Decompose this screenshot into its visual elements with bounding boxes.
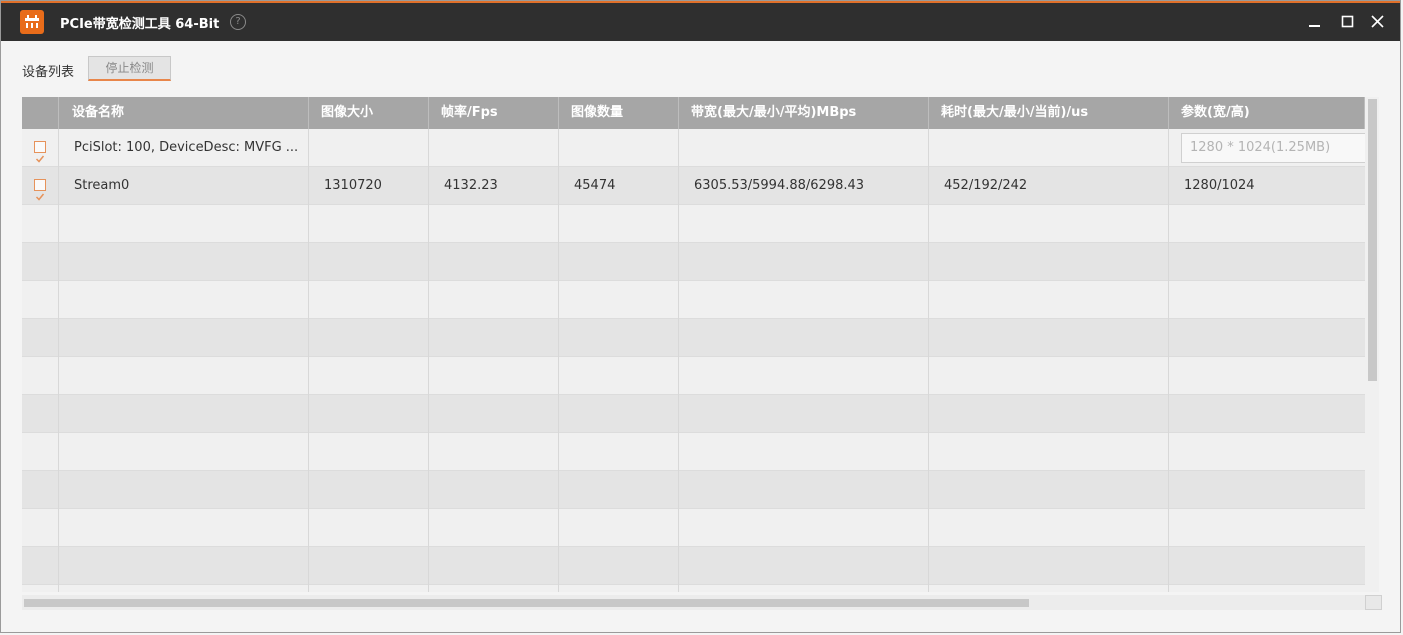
table-row[interactable]: Stream0 1310720 4132.23 45474 6305.53/59… [22, 167, 1365, 205]
image-size-cell [309, 129, 429, 167]
header-latency[interactable]: 耗时(最大/最小/当前)/us [929, 97, 1169, 129]
fps-cell: 4132.23 [429, 167, 559, 205]
checkmark-icon [35, 193, 45, 201]
row-checkbox-cell[interactable] [22, 167, 59, 205]
fps-cell [429, 129, 559, 167]
row-checkbox[interactable] [34, 141, 46, 163]
header-image-size[interactable]: 图像大小 [309, 97, 429, 129]
header-fps[interactable]: 帧率/Fps [429, 97, 559, 129]
close-button[interactable] [1368, 12, 1388, 32]
bandwidth-cell: 6305.53/5994.88/6298.43 [679, 167, 929, 205]
param-cell: 1280 * 1024(1.25MB) [1169, 129, 1365, 167]
table-row[interactable]: PciSlot: 100, DeviceDesc: MVFG ... 1280 … [22, 129, 1365, 167]
title-bar[interactable]: PCIe带宽检测工具 64-Bit ? [1, 3, 1400, 41]
image-count-cell: 45474 [559, 167, 679, 205]
app-logo-icon [20, 10, 44, 34]
param-input[interactable]: 1280 * 1024(1.25MB) [1181, 133, 1365, 163]
horizontal-scrollbar-thumb[interactable] [24, 599, 1029, 607]
device-list-label: 设备列表 [22, 65, 75, 80]
vertical-scrollbar-thumb[interactable] [1368, 99, 1377, 381]
device-name-cell: Stream0 [59, 167, 309, 205]
header-param[interactable]: 参数(宽/高) [1169, 97, 1365, 129]
header-bandwidth[interactable]: 带宽(最大/最小/平均)MBps [679, 97, 929, 129]
window-title: PCIe带宽检测工具 64-Bit [60, 17, 220, 32]
row-checkbox[interactable] [34, 179, 46, 201]
param-cell: 1280/1024 [1184, 178, 1255, 193]
scrollbar-corner [1365, 595, 1382, 610]
column-dividers [58, 205, 1169, 592]
table-header: 设备名称 图像大小 帧率/Fps 图像数量 带宽(最大/最小/平均)MBps 耗… [22, 97, 1365, 129]
close-icon [1371, 15, 1384, 28]
maximize-icon [1341, 15, 1354, 28]
header-checkbox-column[interactable] [22, 97, 59, 129]
help-icon[interactable]: ? [230, 14, 246, 30]
header-image-count[interactable]: 图像数量 [559, 97, 679, 129]
latency-cell [929, 129, 1169, 167]
app-window: PCIe带宽检测工具 64-Bit ? 设备列表 停止检测 设备名称 图像大小 … [0, 0, 1401, 633]
header-device-name[interactable]: 设备名称 [59, 97, 309, 129]
row-checkbox-cell[interactable] [22, 129, 59, 167]
image-size-cell: 1310720 [309, 167, 429, 205]
bandwidth-cell [679, 129, 929, 167]
device-name-cell: PciSlot: 100, DeviceDesc: MVFG ... [59, 129, 309, 167]
minimize-icon [1309, 25, 1320, 27]
device-table: 设备名称 图像大小 帧率/Fps 图像数量 带宽(最大/最小/平均)MBps 耗… [22, 97, 1365, 592]
checkmark-icon [35, 155, 45, 163]
stop-detection-button[interactable]: 停止检测 [88, 56, 171, 81]
image-count-cell [559, 129, 679, 167]
maximize-button[interactable] [1338, 12, 1358, 32]
latency-cell: 452/192/242 [929, 167, 1169, 205]
minimize-button[interactable] [1305, 12, 1325, 32]
